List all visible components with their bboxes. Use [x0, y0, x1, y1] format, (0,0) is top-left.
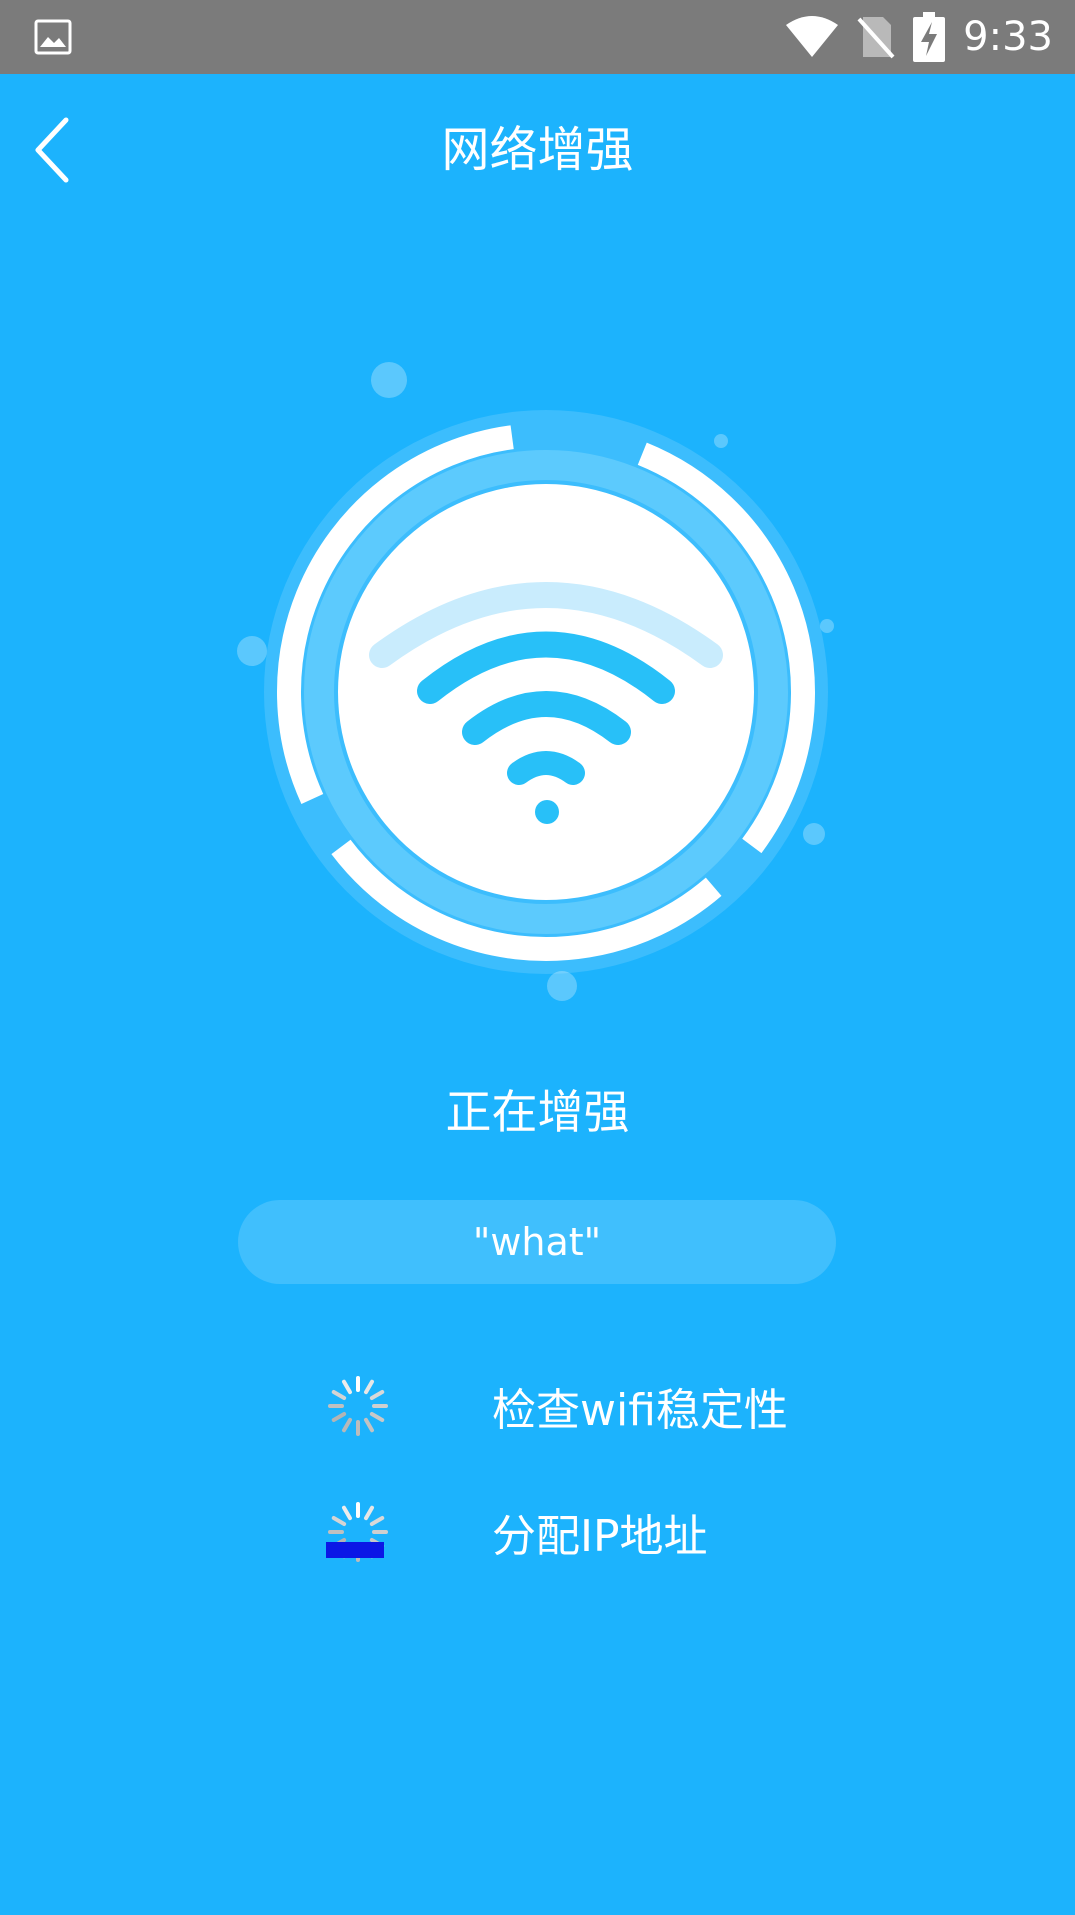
task-label: 分配IP地址 — [492, 1511, 708, 1562]
gallery-icon — [34, 19, 72, 55]
decor-dot — [820, 619, 834, 633]
status-heading: 正在增强 — [445, 1085, 630, 1139]
decor-dot — [371, 362, 407, 398]
decor-dot — [803, 823, 825, 845]
task-row-assign-ip: 分配IP地址 — [326, 1492, 708, 1572]
status-bar: 9:33 — [0, 0, 1075, 74]
loading-spinner-icon — [328, 1376, 388, 1436]
ssid-pill: "what" — [238, 1200, 836, 1284]
no-sim-icon — [857, 17, 895, 59]
back-button[interactable] — [20, 114, 84, 186]
wifi-arc-1 — [507, 751, 585, 785]
page-title: 网络增强 — [441, 122, 634, 178]
task-row-check-wifi: 检查wifi稳定性 — [326, 1366, 788, 1446]
spinner-highlight — [326, 1542, 384, 1558]
decor-dot — [237, 636, 267, 666]
wifi-icon — [786, 16, 839, 57]
battery-charging-icon — [913, 12, 946, 62]
decor-dot — [547, 971, 577, 1001]
chevron-left-icon — [35, 117, 69, 183]
status-time: 9:33 — [963, 14, 1053, 60]
decor-dot — [714, 434, 728, 448]
app-bar: 网络增强 — [0, 74, 1075, 226]
task-label: 检查wifi稳定性 — [492, 1385, 788, 1436]
status-icons: 9:33 — [785, 0, 1053, 74]
wifi-dot — [535, 800, 559, 824]
wifi-boost-illustration — [237, 362, 834, 1001]
spinner-wrap — [326, 1500, 390, 1564]
